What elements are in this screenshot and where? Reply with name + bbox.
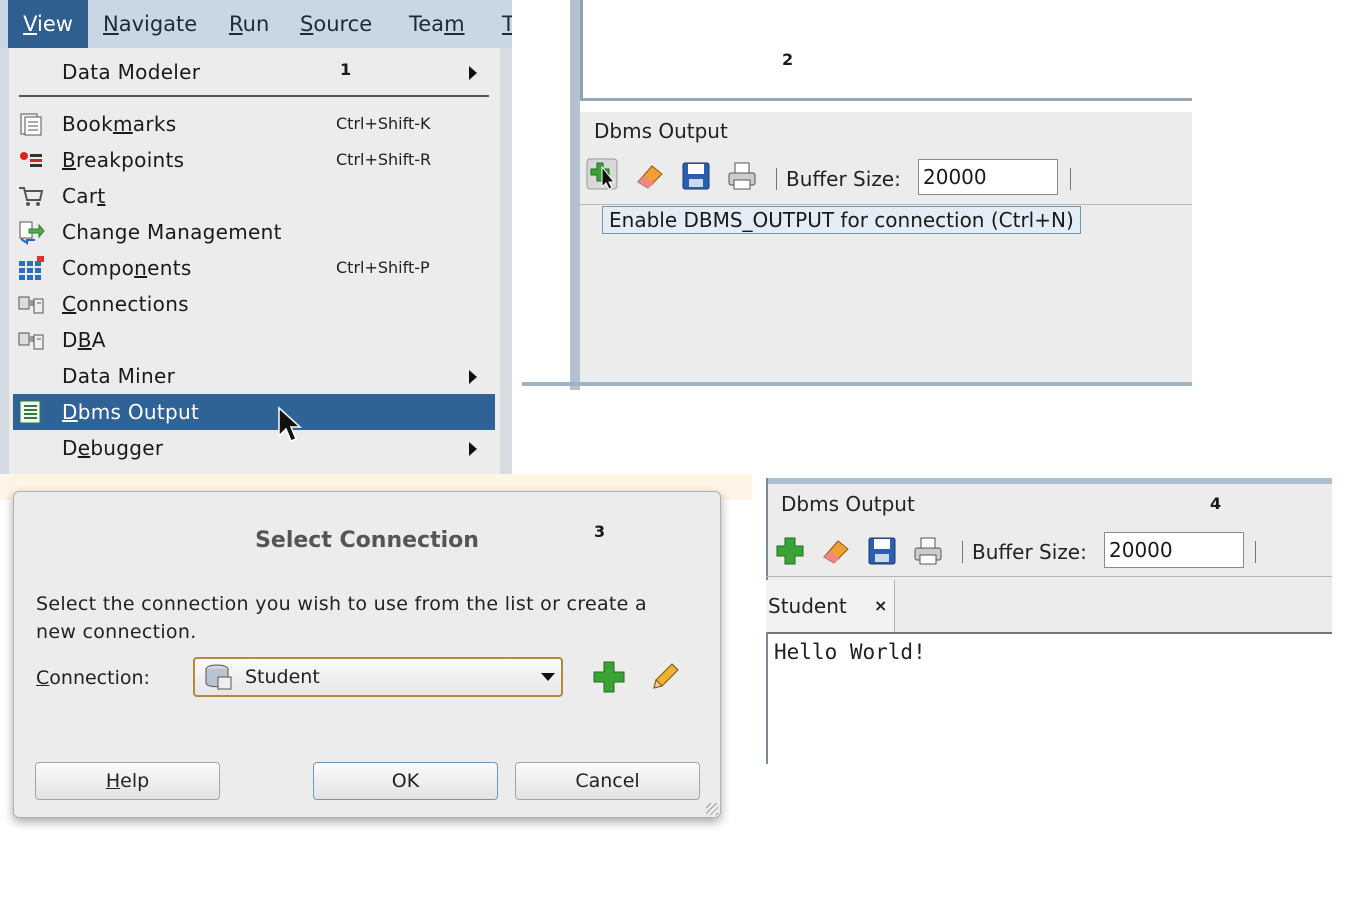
dialog-message: Select the connection you wish to use fr…: [36, 593, 647, 643]
submenu-arrow-icon: [469, 370, 477, 384]
add-connection-button[interactable]: [592, 660, 626, 694]
output-area[interactable]: Hello World!: [768, 632, 1332, 764]
save-icon[interactable]: [680, 160, 712, 192]
dbms-output-icon: [19, 400, 41, 424]
clear-eraser-icon[interactable]: [634, 160, 666, 192]
menu-shortcut: Ctrl+Shift-P: [336, 258, 430, 277]
toolbar-divider: [766, 576, 1332, 577]
connections-icon: [18, 296, 44, 314]
panel-border-left: [570, 0, 580, 390]
menu-team[interactable]: Team: [409, 0, 465, 48]
buffer-size-label: Buffer Size:: [786, 167, 901, 191]
menu-item-dba[interactable]: DBA: [13, 322, 495, 358]
ok-button[interactable]: OK: [313, 762, 498, 800]
toolbar-separator: [776, 168, 777, 190]
menu-item-label: Data Miner: [62, 364, 176, 388]
connection-label: Connection:: [36, 667, 150, 689]
menu-item-breakpoints[interactable]: Breakpoints Ctrl+Shift-R: [13, 142, 495, 178]
menu-source[interactable]: Source: [300, 0, 372, 48]
menu-shortcut: Ctrl+Shift-K: [336, 114, 431, 133]
connection-select[interactable]: Student: [193, 657, 563, 697]
dba-icon: [18, 332, 44, 350]
bookmarks-icon: [20, 113, 42, 136]
print-icon[interactable]: [726, 160, 758, 192]
menu-item-label: Change Management: [62, 220, 282, 244]
dropdown-arrow-icon: [541, 673, 555, 681]
resize-grip-icon[interactable]: [706, 803, 718, 815]
view-menu-panel: View Navigate Run Source Team T Data Mod…: [0, 0, 512, 474]
menu-item-debugger[interactable]: Debugger: [13, 430, 495, 466]
menu-item-bookmarks[interactable]: Bookmarks Ctrl+Shift-K: [13, 106, 495, 142]
menu-item-label: Components: [62, 256, 192, 280]
clear-eraser-icon[interactable]: [820, 535, 852, 567]
menu-bar: View Navigate Run Source Team T: [0, 0, 512, 48]
step-label-3: 3: [594, 522, 606, 541]
tooltip: Enable DBMS_OUTPUT for connection (Ctrl+…: [602, 206, 1081, 234]
tab-student[interactable]: Student ×: [766, 580, 895, 632]
step-label-2: 2: [782, 50, 794, 69]
menu-item-dbms-output[interactable]: Dbms Output: [13, 394, 495, 442]
database-connection-icon: [205, 664, 232, 690]
toolbar-separator: [1255, 541, 1256, 563]
buffer-size-label: Buffer Size:: [972, 540, 1087, 564]
menu-item-data-modeler[interactable]: Data Modeler: [13, 54, 495, 90]
menu-item-change-management[interactable]: Change Management: [13, 214, 495, 250]
menu-item-label: Connections: [62, 292, 189, 316]
menu-item-connections[interactable]: Connections: [13, 286, 495, 322]
step-label-4: 4: [1210, 494, 1222, 513]
save-icon[interactable]: [866, 535, 898, 567]
menu-item-label: Debugger: [62, 436, 164, 460]
toolbar-separator: [962, 541, 963, 563]
cart-icon: [19, 187, 44, 206]
enable-dbms-output-button[interactable]: [774, 535, 806, 567]
change-management-icon: [19, 221, 45, 245]
panel-border-bottom: [522, 382, 1192, 386]
select-connection-panel: Select Connection 3 Select the connectio…: [0, 474, 752, 854]
editor-area: [580, 0, 1192, 101]
menu-tools[interactable]: T: [502, 0, 512, 48]
panel-title: Dbms Output: [781, 492, 915, 516]
menu-item-label: Cart: [62, 184, 106, 208]
dbms-output-body: Dbms Output Buffer Size: 20000: [580, 112, 1192, 382]
submenu-arrow-icon: [469, 66, 477, 80]
print-icon[interactable]: [912, 535, 944, 567]
close-icon[interactable]: ×: [874, 580, 887, 632]
menu-item-label: Dbms Output: [62, 400, 200, 424]
menu-item-components[interactable]: Components Ctrl+Shift-P: [13, 250, 495, 286]
menu-view[interactable]: View: [8, 0, 88, 48]
components-icon: [19, 256, 44, 280]
toolbar-separator: [1070, 168, 1071, 190]
select-connection-dialog: Select Connection 3 Select the connectio…: [13, 491, 721, 818]
tab-label: Student: [768, 594, 847, 618]
panel-border-top: [766, 478, 1332, 484]
output-text: Hello World!: [774, 640, 926, 664]
buffer-size-input[interactable]: 20000: [1104, 532, 1244, 568]
cancel-button[interactable]: Cancel: [515, 762, 700, 800]
menu-navigate[interactable]: Navigate: [103, 0, 197, 48]
edit-connection-button[interactable]: [648, 660, 682, 694]
menu-item-cart[interactable]: Cart: [13, 178, 495, 214]
menu-item-data-miner[interactable]: Data Miner: [13, 358, 495, 394]
buffer-size-input[interactable]: 20000: [918, 159, 1058, 195]
dbms-output-panel-step2: 2 Dbms Output Buffer Size: 20000 Enable …: [522, 0, 1192, 390]
menu-item-label: Breakpoints: [62, 148, 185, 172]
help-button[interactable]: Help: [35, 762, 220, 800]
menu-shortcut: Ctrl+Shift-R: [336, 150, 432, 169]
menu-item-label: Bookmarks: [62, 112, 177, 136]
menu-separator: [19, 95, 489, 97]
connection-value: Student: [245, 666, 320, 688]
menu-item-label: Data Modeler: [62, 60, 201, 84]
enable-dbms-output-button[interactable]: [586, 158, 618, 190]
step-label-1: 1: [340, 60, 352, 79]
toolbar-divider: [580, 204, 1192, 205]
dialog-title: Select Connection: [255, 528, 479, 553]
panel-title: Dbms Output: [594, 119, 728, 143]
view-dropdown-menu: Data Modeler Bookmarks Ctrl+Shift-K Brea…: [9, 48, 500, 474]
menu-run[interactable]: Run: [229, 0, 269, 48]
breakpoints-icon: [20, 152, 42, 167]
submenu-arrow-icon: [469, 442, 477, 456]
background-window: [500, 48, 512, 474]
menu-item-label: DBA: [62, 328, 106, 352]
dbms-output-panel-step4: Dbms Output 4 Buffer Size: 20000 Student…: [766, 478, 1332, 764]
